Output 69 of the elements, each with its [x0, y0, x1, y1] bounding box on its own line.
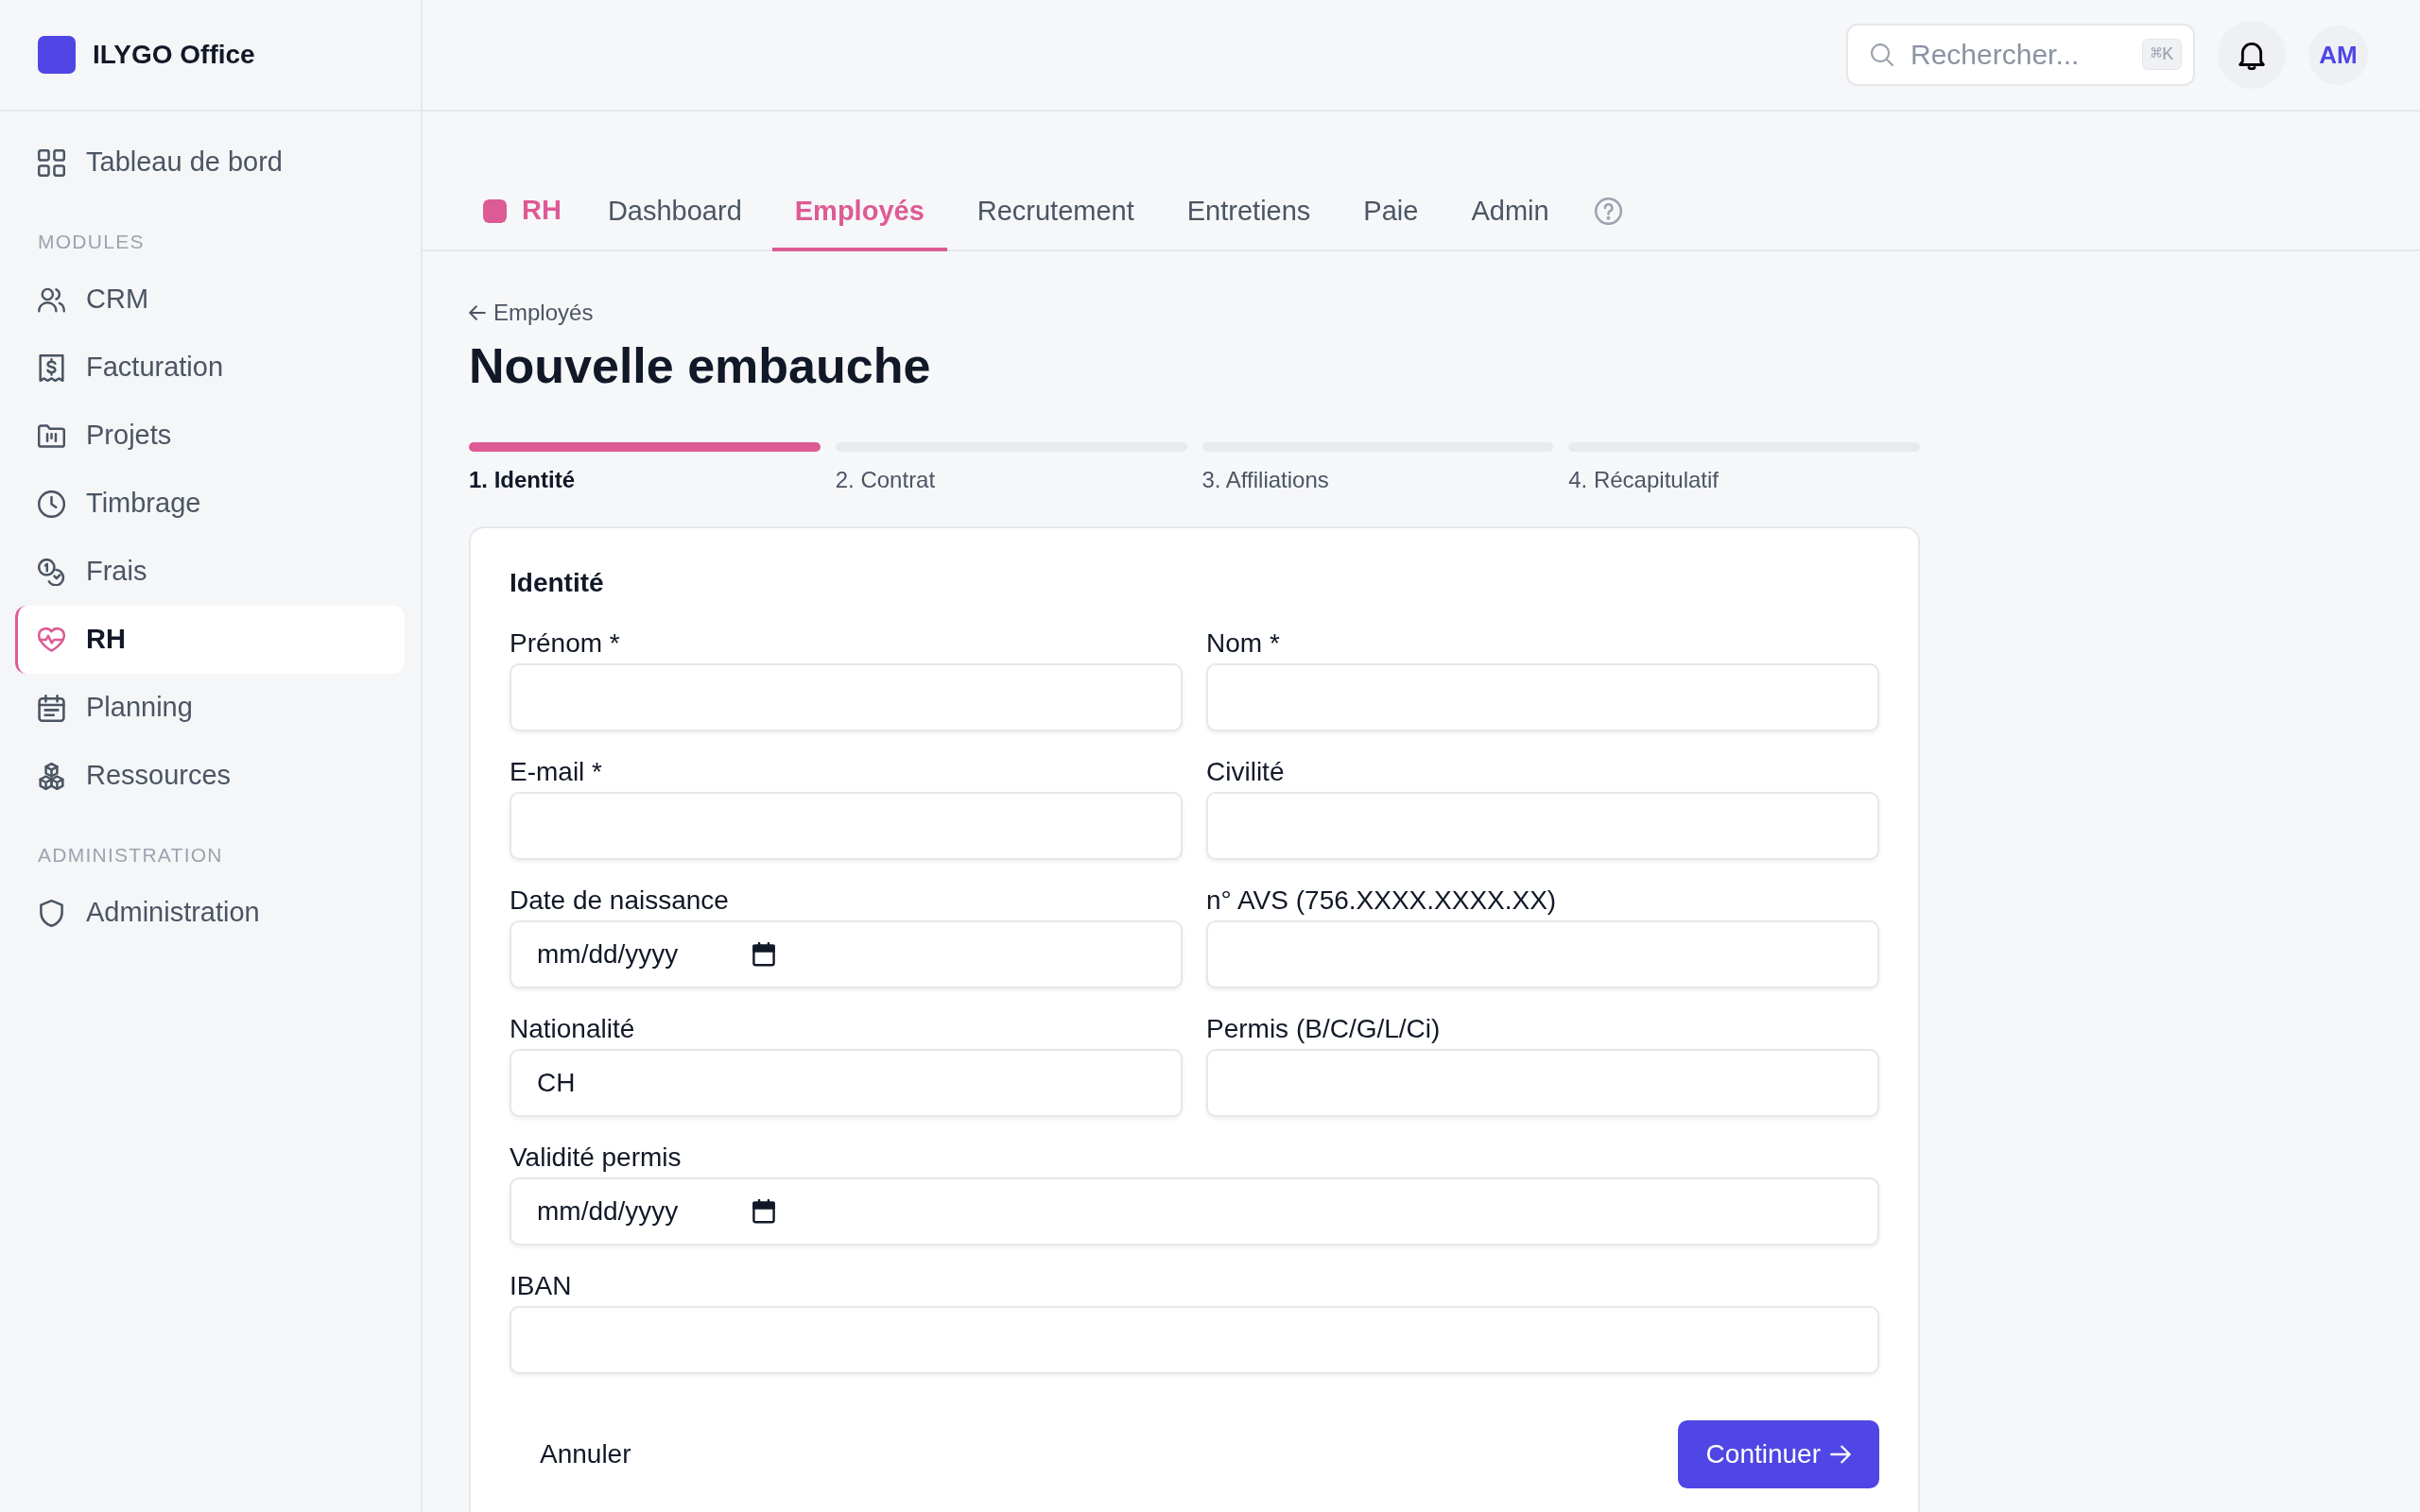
nav-tab[interactable]: Paie	[1340, 172, 1442, 251]
calendar-icon	[752, 942, 775, 967]
input-field[interactable]: CH	[510, 1049, 1183, 1117]
input-field[interactable]	[1206, 1049, 1879, 1117]
section-heading: MODULES	[37, 230, 146, 254]
sidebar-item[interactable]: Tableau de bord	[15, 129, 405, 197]
nav-tab[interactable]: Entretiens	[1164, 172, 1334, 251]
field-label: Civilité	[1206, 756, 1285, 788]
field-label: IBAN	[510, 1270, 572, 1302]
nav-tab[interactable]: Admin	[1448, 172, 1572, 251]
cancel-button[interactable]: Annuler	[510, 1420, 662, 1488]
sidebar-item[interactable]: Facturation	[15, 334, 405, 402]
sidebar-item[interactable]: CRM	[15, 266, 405, 334]
sidebar-item[interactable]: Timbrage	[15, 470, 405, 538]
shortcut-hint: ⌘K	[2141, 39, 2182, 70]
step-label: 4. Récapitulatif	[1568, 466, 1720, 494]
receipt-icon	[38, 353, 65, 382]
sidebar-item[interactable]: Administration	[15, 879, 405, 947]
calendar-icon	[752, 1199, 775, 1224]
section-heading: ADMINISTRATION	[37, 843, 224, 868]
avatar-button[interactable]: AM	[2308, 25, 2368, 85]
field-label: n° AVS (756.XXXX.XXXX.XX)	[1206, 885, 1557, 917]
input-field[interactable]	[1206, 792, 1879, 860]
sidebar-item[interactable]: Frais	[15, 538, 405, 606]
heart-pulse-icon	[38, 626, 65, 654]
field-label: Permis (B/C/G/L/Ci)	[1206, 1013, 1441, 1045]
bell-icon	[2238, 40, 2266, 70]
date-field[interactable]: mm/dd/yyyy	[510, 1177, 1879, 1246]
help-icon[interactable]	[1594, 197, 1622, 225]
sidebar-item[interactable]: Ressources	[15, 742, 405, 810]
field-label: Date de naissance	[510, 885, 729, 917]
sidebar-item[interactable]: Planning	[15, 674, 405, 742]
sidebar-item[interactable]: Projets	[15, 402, 405, 470]
field-label: Nom *	[1206, 627, 1280, 660]
nav-tab[interactable]: Dashboard	[584, 172, 765, 251]
app-name: ILYGO Office	[93, 39, 255, 71]
input-field[interactable]	[1206, 663, 1879, 731]
field-label: E-mail *	[510, 756, 602, 788]
step-label: 2. Contrat	[835, 466, 937, 494]
arrow-left-icon	[469, 305, 486, 320]
sidebar-item[interactable]: RH	[15, 606, 405, 674]
module-title: RH	[522, 194, 562, 228]
search-icon	[1871, 43, 1893, 66]
cubes-icon	[38, 762, 65, 790]
users-icon	[38, 285, 65, 314]
clock-icon	[38, 490, 65, 518]
step-label: 1. Identité	[469, 466, 577, 494]
arrow-right-icon	[1830, 1445, 1851, 1464]
field-label: Nationalité	[510, 1013, 635, 1045]
input-field[interactable]	[510, 663, 1183, 731]
field-label: Validité permis	[510, 1142, 682, 1174]
back-link[interactable]: Employés	[469, 299, 594, 327]
date-field[interactable]: mm/dd/yyyy	[510, 920, 1183, 988]
nav-tab[interactable]: Recrutement	[954, 172, 1157, 251]
page-title: Nouvelle embauche	[469, 337, 931, 395]
folder-icon	[38, 421, 65, 450]
shield-icon	[38, 899, 65, 927]
logo-icon	[38, 36, 76, 74]
field-label: Prénom *	[510, 627, 620, 660]
input-field[interactable]	[510, 792, 1183, 860]
coins-icon	[38, 558, 65, 586]
input-field[interactable]	[510, 1306, 1879, 1374]
calendar-icon	[38, 694, 65, 722]
input-field[interactable]	[1206, 920, 1879, 988]
grid-icon	[38, 148, 65, 177]
step-label: 3. Affiliations	[1201, 466, 1330, 494]
continue-button[interactable]: Continuer	[1677, 1420, 1879, 1488]
module-marker-icon	[483, 198, 507, 223]
section-title: Identité	[510, 567, 605, 599]
